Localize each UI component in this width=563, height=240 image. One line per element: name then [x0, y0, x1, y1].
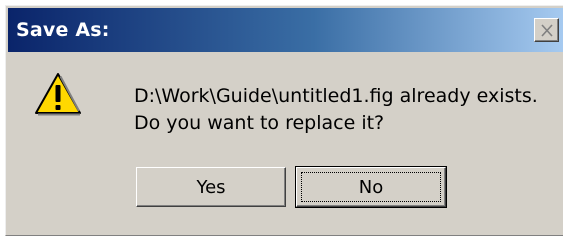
focus-rectangle	[301, 172, 441, 202]
close-button[interactable]	[534, 18, 559, 42]
close-icon	[541, 24, 553, 37]
save-as-dialog: Save As: D:\Work\Guide\untitled1.fig alr…	[5, 5, 563, 236]
message-text: D:\Work\Guide\untitled1.fig already exis…	[134, 83, 538, 137]
no-button[interactable]: No	[295, 166, 447, 208]
warning-icon	[35, 73, 81, 116]
message-line-1: D:\Work\Guide\untitled1.fig already exis…	[134, 85, 538, 107]
title-bar[interactable]: Save As:	[8, 8, 563, 52]
message-line-2: Do you want to replace it?	[134, 112, 385, 134]
dialog-title: Save As:	[16, 19, 110, 41]
yes-button[interactable]: Yes	[136, 167, 286, 207]
